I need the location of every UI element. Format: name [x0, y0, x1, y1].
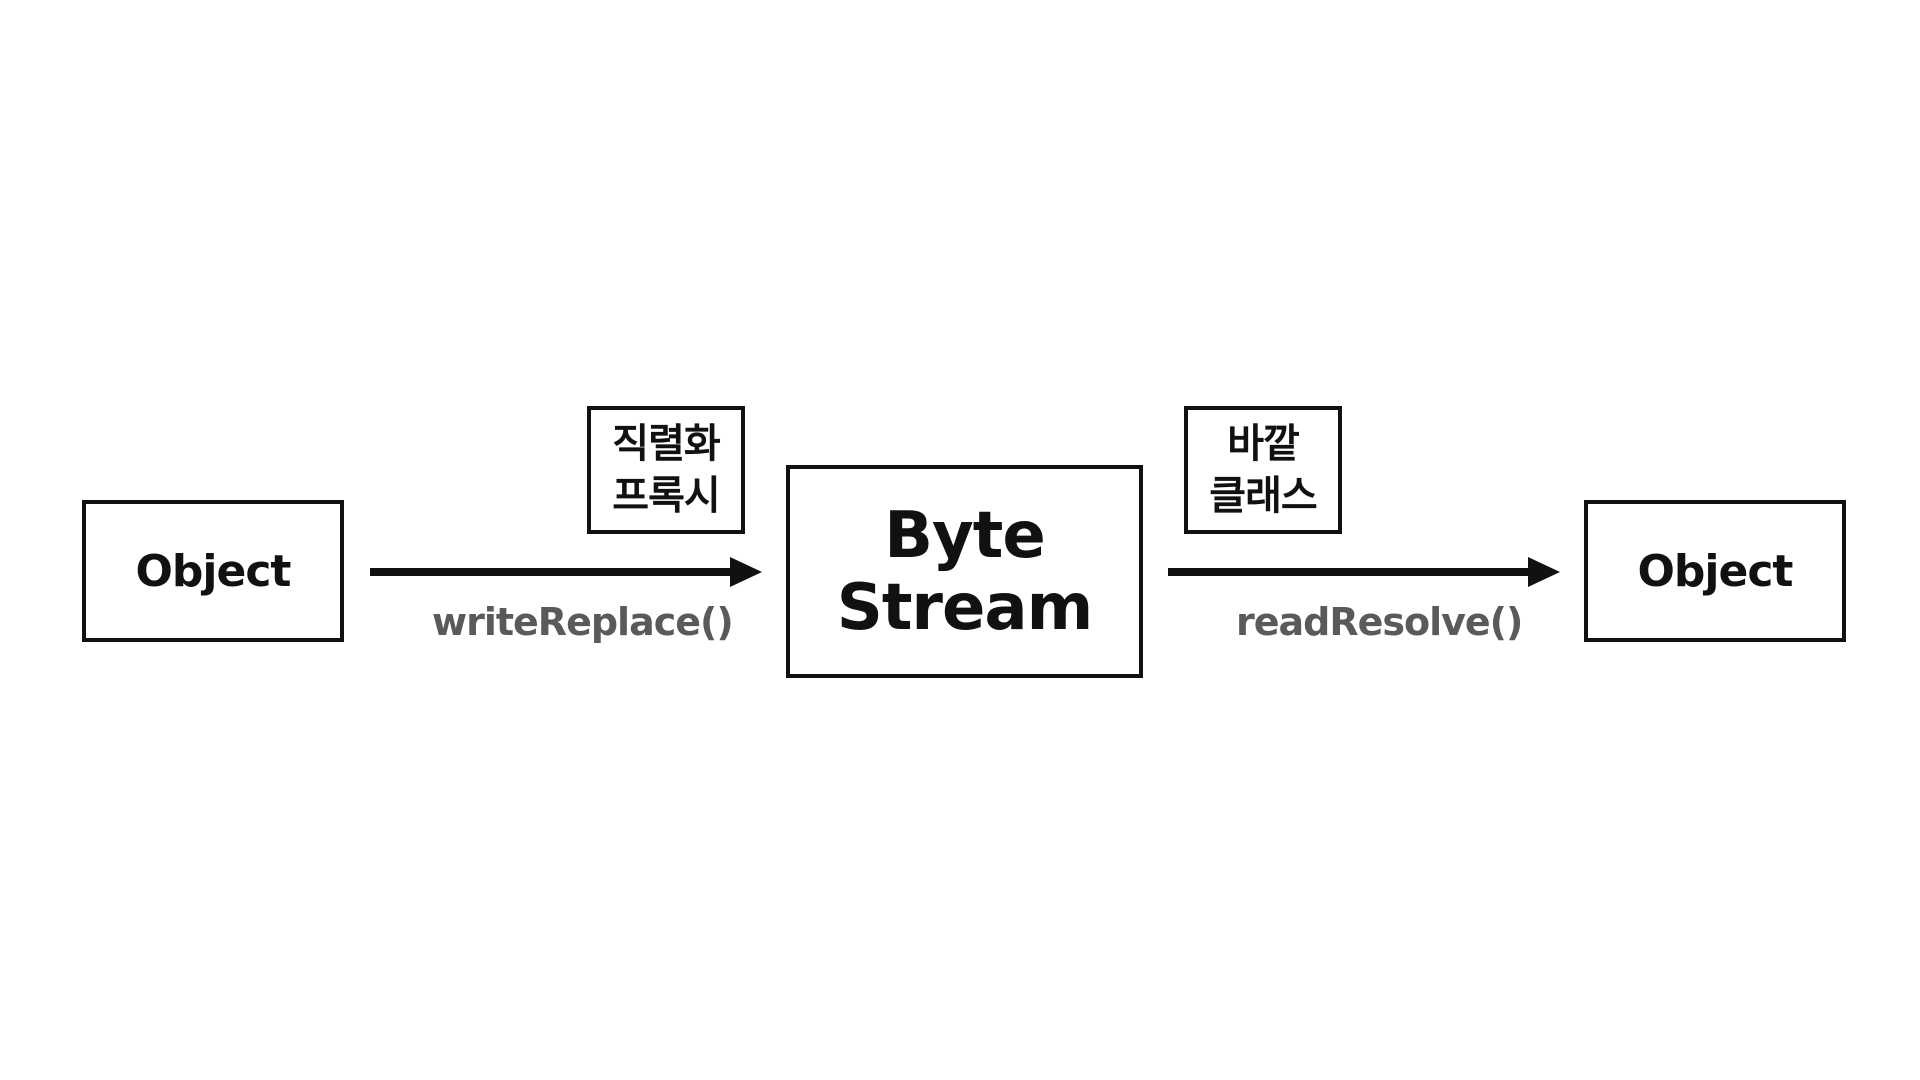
source-object-label: Object — [135, 545, 292, 597]
serialization-proxy-line1: 직렬화 — [612, 421, 720, 467]
serialization-proxy-box: 직렬화 프록시 — [587, 406, 745, 534]
write-replace-arrow-shaft — [370, 568, 732, 576]
write-replace-arrowhead-icon — [730, 557, 762, 587]
read-resolve-arrow-shaft — [1168, 568, 1530, 576]
byte-stream-line2: Stream — [836, 570, 1094, 645]
outer-class-line1: 바깥 — [1227, 421, 1300, 467]
byte-stream-line1: Byte — [884, 498, 1045, 573]
read-resolve-method-label: readResolve() — [1236, 600, 1523, 644]
read-resolve-arrow — [1168, 557, 1560, 587]
byte-stream-box: Byte Stream — [786, 465, 1143, 678]
target-object-label: Object — [1637, 545, 1794, 597]
write-replace-method-label: writeReplace() — [432, 600, 734, 644]
serialization-diagram: Object 직렬화 프록시 writeReplace() Byte Strea… — [0, 0, 1920, 1080]
read-resolve-arrowhead-icon — [1528, 557, 1560, 587]
outer-class-line2: 클래스 — [1209, 473, 1317, 519]
outer-class-box: 바깥 클래스 — [1184, 406, 1342, 534]
source-object-box: Object — [82, 500, 344, 642]
serialization-proxy-line2: 프록시 — [612, 473, 720, 519]
target-object-box: Object — [1584, 500, 1846, 642]
write-replace-arrow — [370, 557, 762, 587]
